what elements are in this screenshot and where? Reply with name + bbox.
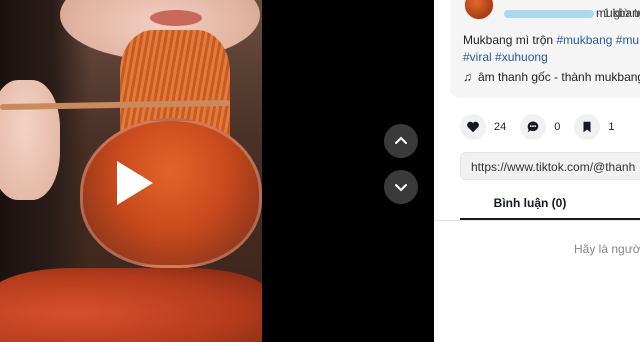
like-count: 24 <box>494 121 507 133</box>
caption-text: Mukbang mì trộn <box>463 33 557 47</box>
hashtag-link[interactable]: #mukbang <box>556 33 612 47</box>
play-icon[interactable] <box>105 155 161 211</box>
post-time: · 1 giờ trư <box>596 6 640 20</box>
post-caption: Mukbang mì trộn #mukbang #mu #viral #xuh… <box>463 32 640 66</box>
video-frame-lips <box>150 10 202 26</box>
next-video-button[interactable] <box>384 170 418 204</box>
hashtag-link[interactable]: #mu <box>616 33 639 47</box>
tab-comments-label: Bình luận (0) <box>493 196 567 210</box>
music-note-icon: ♫ <box>463 70 472 84</box>
hashtag-link[interactable]: #viral <box>463 50 492 64</box>
music-link[interactable]: ♫ âm thanh gốc - thành mukbang <box>463 70 640 84</box>
video-frame-hand <box>0 80 60 200</box>
comment-button[interactable]: 0 <box>520 114 560 140</box>
divider <box>434 220 640 221</box>
previous-video-button[interactable] <box>384 124 418 158</box>
video-frame-plate <box>0 268 262 342</box>
share-link-field[interactable]: https://www.tiktok.com/@thanh <box>460 152 640 180</box>
hashtag-link[interactable]: #xuhuong <box>495 50 548 64</box>
side-panel: mukbang · 1 giờ trư Mukbang mì trộn #muk… <box>434 0 640 342</box>
video-player[interactable] <box>0 0 262 342</box>
chevron-down-icon <box>395 184 407 192</box>
like-button[interactable]: 24 <box>460 114 506 140</box>
music-title: âm thanh gốc - thành mukbang <box>478 70 640 84</box>
comment-count: 0 <box>554 121 561 133</box>
save-count: 1 <box>608 121 615 133</box>
heart-icon <box>460 114 486 140</box>
save-button[interactable]: 1 <box>574 114 615 140</box>
action-bar: 24 0 1 <box>460 114 629 140</box>
tab-comments[interactable]: Bình luận (0) <box>460 186 640 220</box>
comments-empty-text: Hãy là người <box>574 242 640 256</box>
bookmark-icon <box>574 114 601 140</box>
video-area <box>0 0 434 342</box>
chevron-up-icon <box>395 136 407 144</box>
comment-icon <box>520 114 547 140</box>
username-redacted <box>504 9 594 18</box>
